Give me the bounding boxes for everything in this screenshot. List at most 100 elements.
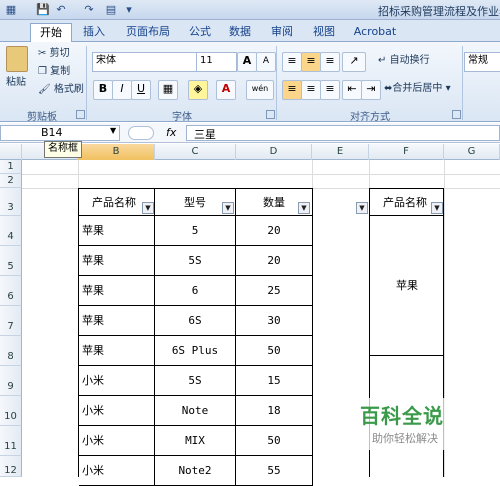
align-middle-icon[interactable]: ≡ [301, 52, 321, 72]
table2-merged-cell[interactable]: 苹果 [370, 216, 444, 356]
cell-product[interactable]: 苹果 [79, 306, 155, 336]
merge-center-button[interactable]: ⬌合并后居中 ▾ [384, 80, 451, 98]
filter-dropdown-icon[interactable]: ▼ [298, 202, 310, 214]
undo-icon[interactable]: ↶ [54, 3, 68, 17]
filter-dropdown-icon[interactable]: ▼ [431, 202, 443, 214]
filter-dropdown-icon[interactable]: ▼ [356, 202, 368, 214]
wrap-text-button[interactable]: ↵ 自动换行 [378, 52, 430, 70]
align-right-icon[interactable]: ≡ [320, 80, 340, 100]
cell-quantity[interactable]: 55 [236, 456, 313, 486]
insert-function-button[interactable]: fx [166, 126, 176, 139]
font-name-select[interactable]: 宋体 [92, 52, 197, 72]
cell-quantity[interactable]: 50 [236, 426, 313, 456]
paste-icon[interactable] [6, 46, 28, 72]
column-header-e[interactable]: E [312, 144, 369, 160]
grow-font-button[interactable]: A [237, 52, 257, 72]
cell-model[interactable]: 5S [155, 246, 236, 276]
select-all-corner[interactable] [0, 144, 22, 160]
formula-input[interactable] [186, 125, 500, 141]
cell-model[interactable]: 6 [155, 276, 236, 306]
save-icon[interactable]: 💾 [36, 3, 50, 17]
cell-quantity[interactable]: 20 [236, 246, 313, 276]
tab-insert[interactable]: 插入 [76, 23, 112, 42]
align-left-icon[interactable]: ≡ [282, 80, 302, 100]
row-header-10[interactable]: 10 [0, 396, 22, 426]
paste-button[interactable]: 粘贴 [6, 74, 26, 92]
column-header-b[interactable]: B [78, 144, 155, 160]
cell-model[interactable]: Note2 [155, 456, 236, 486]
cell-quantity[interactable]: 15 [236, 366, 313, 396]
phonetic-button[interactable]: wén [246, 80, 274, 100]
cut-button[interactable]: ✂ 剪切 [38, 45, 70, 63]
format-painter-button[interactable]: 🖌 格式刷 [38, 81, 84, 99]
row-header-5[interactable]: 5 [0, 246, 22, 276]
italic-button[interactable]: I [112, 80, 132, 100]
fill-color-icon[interactable]: ◈ [188, 80, 208, 100]
cell-quantity[interactable]: 18 [236, 396, 313, 426]
cell-model[interactable]: 6S Plus [155, 336, 236, 366]
cell-model[interactable]: 5 [155, 216, 236, 246]
cell-model[interactable]: MIX [155, 426, 236, 456]
orientation-icon[interactable]: ↗ [342, 52, 366, 72]
cell-quantity[interactable]: 20 [236, 216, 313, 246]
cell-quantity[interactable]: 50 [236, 336, 313, 366]
cell-product[interactable]: 小米 [79, 396, 155, 426]
cell-quantity[interactable]: 25 [236, 276, 313, 306]
redo-icon[interactable]: ↷ [82, 3, 96, 17]
cell-quantity[interactable]: 30 [236, 306, 313, 336]
number-format-select[interactable]: 常规 [464, 52, 500, 72]
row-header-9[interactable]: 9 [0, 366, 22, 396]
increase-indent-icon[interactable]: ⇥ [361, 80, 381, 100]
underline-button[interactable]: U [131, 80, 151, 100]
row-header-8[interactable]: 8 [0, 336, 22, 366]
font-color-icon[interactable]: A [216, 80, 236, 100]
row-header-2[interactable]: 2 [0, 174, 22, 188]
cell-product[interactable]: 小米 [79, 426, 155, 456]
tab-formulas[interactable]: 公式 [182, 23, 218, 42]
name-box-dropdown-icon[interactable]: ▼ [110, 126, 116, 135]
row-header-1[interactable]: 1 [0, 160, 22, 174]
cell-model[interactable]: Note [155, 396, 236, 426]
column-header-d[interactable]: D [236, 144, 312, 160]
row-header-11[interactable]: 11 [0, 426, 22, 456]
shrink-font-button[interactable]: A [256, 52, 276, 72]
excel-logo-icon[interactable]: ▦ [4, 3, 18, 17]
cell-product[interactable]: 苹果 [79, 216, 155, 246]
tab-home[interactable]: 开始 [30, 23, 72, 43]
row-header-7[interactable]: 7 [0, 306, 22, 336]
tab-acrobat[interactable]: Acrobat [350, 23, 400, 42]
cell-product[interactable]: 苹果 [79, 276, 155, 306]
filter-dropdown-icon[interactable]: ▼ [142, 202, 154, 214]
tab-page-layout[interactable]: 页面布局 [120, 23, 176, 42]
tab-review[interactable]: 审阅 [264, 23, 300, 42]
alignment-launcher-icon[interactable] [452, 110, 461, 119]
align-bottom-icon[interactable]: ≡ [320, 52, 340, 72]
formula-bar-grip-icon[interactable] [128, 126, 154, 140]
font-launcher-icon[interactable] [266, 110, 275, 119]
row-header-3[interactable]: 3 [0, 188, 22, 216]
clipboard-launcher-icon[interactable] [76, 110, 85, 119]
cell-product[interactable]: 苹果 [79, 246, 155, 276]
font-size-select[interactable]: 11 [196, 52, 237, 72]
align-top-icon[interactable]: ≡ [282, 52, 302, 72]
tab-data[interactable]: 数据 [222, 23, 258, 42]
bold-button[interactable]: B [93, 80, 113, 100]
name-box[interactable]: B14 [0, 125, 120, 141]
cell-product[interactable]: 苹果 [79, 336, 155, 366]
decrease-indent-icon[interactable]: ⇤ [342, 80, 362, 100]
tab-view[interactable]: 视图 [306, 23, 342, 42]
quick-access-more-icon[interactable]: ▾ [122, 3, 136, 17]
print-preview-icon[interactable]: ▤ [104, 3, 118, 17]
copy-button[interactable]: ❐ 复制 [38, 63, 70, 81]
filter-dropdown-icon[interactable]: ▼ [222, 202, 234, 214]
cell-product[interactable]: 小米 [79, 366, 155, 396]
borders-icon[interactable]: ▦ [158, 80, 178, 100]
cell-model[interactable]: 6S [155, 306, 236, 336]
align-center-icon[interactable]: ≡ [301, 80, 321, 100]
row-header-12[interactable]: 12 [0, 456, 22, 477]
row-header-4[interactable]: 4 [0, 216, 22, 246]
row-header-6[interactable]: 6 [0, 276, 22, 306]
column-header-g[interactable]: G [444, 144, 500, 160]
column-header-c[interactable]: C [155, 144, 236, 160]
column-header-f[interactable]: F [369, 144, 444, 160]
